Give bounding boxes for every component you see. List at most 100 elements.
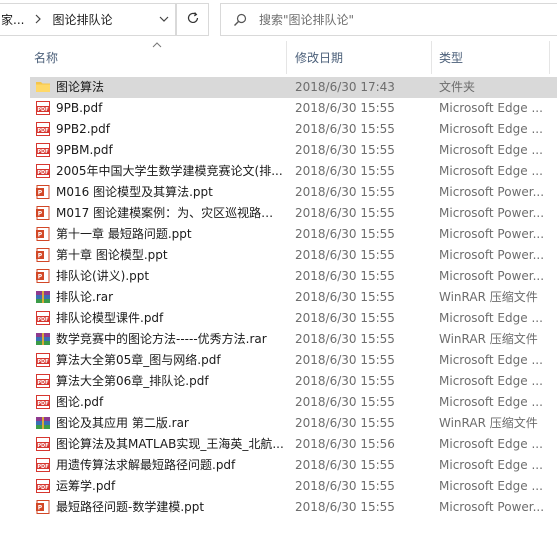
file-name[interactable]: 图论及其应用 第二版.rar — [56, 413, 284, 434]
file-name[interactable]: 9PB2.pdf — [56, 119, 284, 140]
sort-ascending-icon — [152, 41, 162, 52]
address-bar[interactable]: 家... 图论排队论 — [0, 3, 176, 36]
file-type: Microsoft Edge ... — [439, 479, 543, 493]
file-modified-date: 2018/6/30 15:55 — [295, 311, 395, 325]
file-row[interactable]: PDF 用遗传算法求解最短路径问题.pdf 2018/6/30 15:55 Micro… — [0, 455, 557, 476]
file-name[interactable]: 运筹学.pdf — [56, 476, 284, 497]
file-modified-date: 2018/6/30 15:55 — [295, 479, 395, 493]
file-name[interactable]: M016 图论模型及其算法.ppt — [56, 182, 284, 203]
file-row[interactable]: PDF 运筹学.pdf 2018/6/30 15:55 Microsoft Edge … — [0, 476, 557, 497]
column-header-name-label: 名称 — [34, 51, 59, 65]
file-row[interactable]: P 第十一章 最短路问题.ppt 2018/6/30 15:55 Microsoft … — [0, 224, 557, 245]
file-name[interactable]: 排队论(讲义).ppt — [56, 266, 284, 287]
column-header: 名称 修改日期 类型 — [0, 41, 557, 74]
address-history-chevron-down-icon[interactable] — [157, 12, 171, 26]
ppt-icon: P — [35, 268, 51, 284]
file-name[interactable]: 9PB.pdf — [56, 98, 284, 119]
ppt-icon: P — [35, 226, 51, 242]
pdf-icon: PDF — [35, 373, 51, 389]
file-row[interactable]: P 排队论(讲义).ppt 2018/6/30 15:55 Microsoft Pow… — [0, 266, 557, 287]
file-type: Microsoft Edge ... — [439, 458, 543, 472]
svg-text:P: P — [38, 253, 43, 260]
refresh-button[interactable] — [176, 3, 209, 36]
file-row[interactable]: PDF 算法大全第06章_排队论.pdf 2018/6/30 15:55 Micros… — [0, 371, 557, 392]
file-name[interactable]: 第十章 图论模型.ppt — [56, 245, 284, 266]
svg-text:PDF: PDF — [37, 128, 48, 134]
file-row[interactable]: PDF 2005年中国大学生数学建模竞赛论文(排... 2018/6/30 15:5… — [0, 161, 557, 182]
pdf-icon: PDF — [35, 352, 51, 368]
file-row[interactable]: 图论算法 2018/6/30 17:43 文件夹 — [0, 77, 557, 98]
file-modified-date: 2018/6/30 15:55 — [295, 164, 395, 178]
file-name[interactable]: 2005年中国大学生数学建模竞赛论文(排... — [56, 161, 284, 182]
svg-text:P: P — [38, 232, 43, 239]
file-name[interactable]: 排队论模型课件.pdf — [56, 308, 284, 329]
pdf-icon: PDF — [35, 121, 51, 137]
file-name[interactable]: 最短路径问题-数学建模.ppt — [56, 497, 284, 518]
file-type: Microsoft Power... — [439, 206, 545, 220]
column-header-date[interactable]: 修改日期 — [286, 41, 431, 74]
file-row[interactable]: P 最短路径问题-数学建模.ppt 2018/6/30 15:55 Microsoft… — [0, 497, 557, 518]
svg-text:PDF: PDF — [37, 401, 48, 407]
file-row[interactable]: PDF 9PBM.pdf 2018/6/30 15:55 Microsoft Edge… — [0, 140, 557, 161]
file-row[interactable]: 数学竞赛中的图论方法-----优秀方法.rar 2018/6/30 15:55 Wi… — [0, 329, 557, 350]
file-name[interactable]: 排队论.rar — [56, 287, 284, 308]
file-name[interactable]: 图论.pdf — [56, 392, 284, 413]
pdf-icon: PDF — [35, 100, 51, 116]
file-type: Microsoft Edge ... — [439, 311, 543, 325]
file-name[interactable]: 用遗传算法求解最短路径问题.pdf — [56, 455, 284, 476]
svg-text:P: P — [38, 190, 43, 197]
breadcrumb-current[interactable]: 图论排队论 — [52, 11, 112, 28]
refresh-icon — [186, 11, 200, 28]
svg-text:PDF: PDF — [37, 443, 48, 449]
file-modified-date: 2018/6/30 15:55 — [295, 332, 395, 346]
file-row[interactable]: PDF 9PB.pdf 2018/6/30 15:55 Microsoft Edge … — [0, 98, 557, 119]
pdf-icon: PDF — [35, 310, 51, 326]
file-modified-date: 2018/6/30 15:55 — [295, 374, 395, 388]
ppt-icon: P — [35, 247, 51, 263]
file-row[interactable]: PDF 图论.pdf 2018/6/30 15:55 Microsoft Edge .… — [0, 392, 557, 413]
file-row[interactable]: P 第十章 图论模型.ppt 2018/6/30 15:55 Microsoft Po… — [0, 245, 557, 266]
rar-icon — [35, 289, 51, 305]
file-type: WinRAR 压缩文件 — [439, 416, 538, 430]
svg-text:PDF: PDF — [37, 380, 48, 386]
file-name[interactable]: M017 图论建模案例：为、灾区巡视路线... — [56, 203, 284, 224]
search-box[interactable]: 搜索"图论排队论" — [220, 3, 557, 36]
svg-text:PDF: PDF — [37, 149, 48, 155]
file-modified-date: 2018/6/30 15:55 — [295, 395, 395, 409]
svg-text:PDF: PDF — [37, 464, 48, 470]
breadcrumb-separator-icon[interactable] — [34, 13, 42, 27]
file-type: Microsoft Power... — [439, 248, 545, 262]
file-name[interactable]: 9PBM.pdf — [56, 140, 284, 161]
file-row[interactable]: PDF 算法大全第05章_图与网络.pdf 2018/6/30 15:55 Micro… — [0, 350, 557, 371]
file-modified-date: 2018/6/30 15:55 — [295, 101, 395, 115]
breadcrumb-parent[interactable]: 家... — [0, 11, 24, 28]
rar-icon — [35, 415, 51, 431]
search-input[interactable]: 搜索"图论排队论" — [259, 11, 354, 28]
column-header-type[interactable]: 类型 — [431, 41, 557, 74]
file-name[interactable]: 算法大全第06章_排队论.pdf — [56, 371, 284, 392]
file-row[interactable]: PDF 排队论模型课件.pdf 2018/6/30 15:55 Microsoft E… — [0, 308, 557, 329]
file-row[interactable]: P M016 图论模型及其算法.ppt 2018/6/30 15:55 Microso… — [0, 182, 557, 203]
file-type: Microsoft Edge ... — [439, 437, 543, 451]
pdf-icon: PDF — [35, 142, 51, 158]
svg-text:PDF: PDF — [37, 170, 48, 176]
file-name[interactable]: 数学竞赛中的图论方法-----优秀方法.rar — [56, 329, 284, 350]
rar-icon — [35, 331, 51, 347]
ppt-icon: P — [35, 499, 51, 515]
file-name[interactable]: 图论算法 — [56, 77, 284, 98]
file-modified-date: 2018/6/30 15:55 — [295, 143, 395, 157]
file-name[interactable]: 算法大全第05章_图与网络.pdf — [56, 350, 284, 371]
file-name[interactable]: 第十一章 最短路问题.ppt — [56, 224, 284, 245]
file-row[interactable]: 排队论.rar 2018/6/30 15:55 WinRAR 压缩文件 — [0, 287, 557, 308]
file-row[interactable]: PDF 9PB2.pdf 2018/6/30 15:55 Microsoft Edge… — [0, 119, 557, 140]
file-name[interactable]: 图论算法及其MATLAB实现_王海英_北航... — [56, 434, 284, 455]
pdf-icon: PDF — [35, 457, 51, 473]
column-divider[interactable] — [549, 41, 550, 74]
file-row[interactable]: P M017 图论建模案例：为、灾区巡视路线... 2018/6/30 15:55 M… — [0, 203, 557, 224]
file-row[interactable]: PDF 图论算法及其MATLAB实现_王海英_北航... 2018/6/30 15:… — [0, 434, 557, 455]
file-row[interactable]: 图论及其应用 第二版.rar 2018/6/30 15:55 WinRAR 压缩文件 — [0, 413, 557, 434]
file-type: Microsoft Edge ... — [439, 164, 543, 178]
file-type: Microsoft Edge ... — [439, 101, 543, 115]
file-type: Microsoft Edge ... — [439, 353, 543, 367]
pdf-icon: PDF — [35, 163, 51, 179]
